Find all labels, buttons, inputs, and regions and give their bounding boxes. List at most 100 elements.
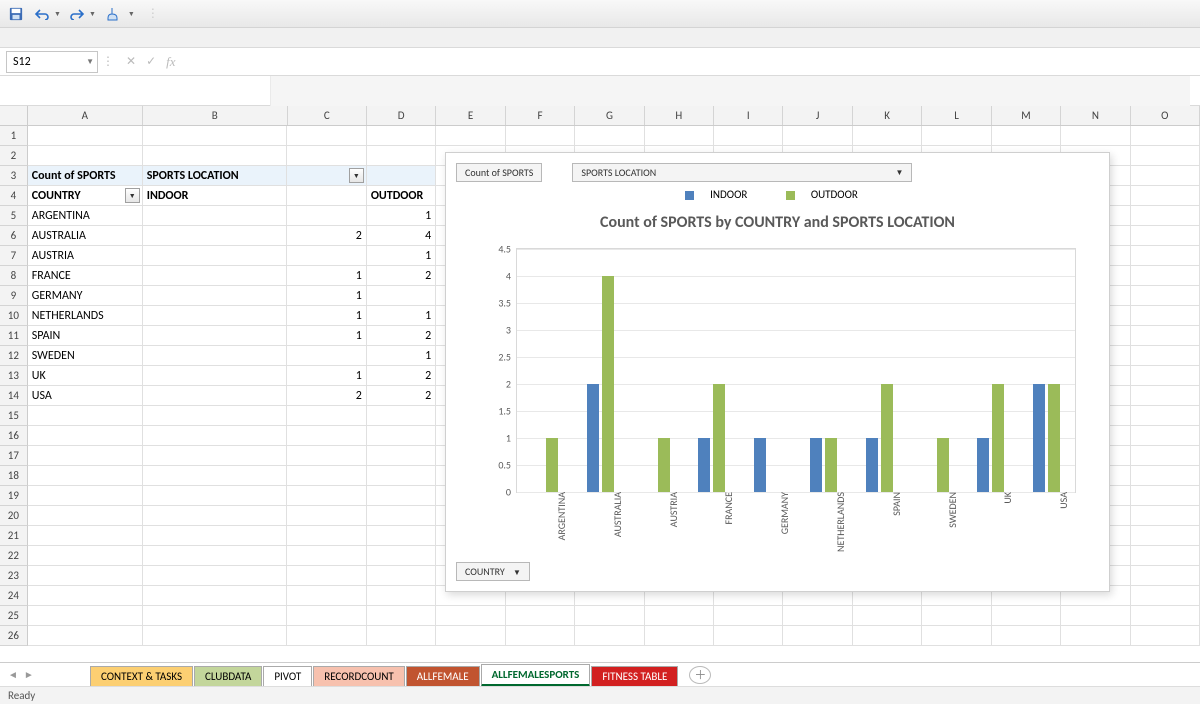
cell[interactable] <box>287 626 366 646</box>
cell[interactable]: 1 <box>287 326 366 346</box>
row-header[interactable]: 19 <box>0 486 28 506</box>
cell[interactable]: 2 <box>287 386 366 406</box>
cell[interactable] <box>436 626 505 646</box>
cell[interactable] <box>853 606 922 626</box>
column-header-H[interactable]: H <box>645 106 714 125</box>
cell[interactable] <box>714 606 783 626</box>
cell[interactable] <box>1131 406 1200 426</box>
cell[interactable] <box>28 126 143 146</box>
cell[interactable] <box>367 606 436 626</box>
tab-context-tasks[interactable]: CONTEXT & TASKS <box>90 666 193 686</box>
cell[interactable] <box>575 626 644 646</box>
cell[interactable] <box>143 486 288 506</box>
cell[interactable]: NETHERLANDS <box>28 306 143 326</box>
cell[interactable]: ▼ <box>287 166 366 186</box>
column-header-E[interactable]: E <box>436 106 505 125</box>
cell[interactable] <box>367 546 436 566</box>
tab-allfemalesports[interactable]: ALLFEMALESPORTS <box>481 664 591 687</box>
bar-indoor[interactable] <box>866 438 878 492</box>
cell[interactable] <box>367 166 436 186</box>
row-header[interactable]: 17 <box>0 446 28 466</box>
row-header[interactable]: 9 <box>0 286 28 306</box>
cell[interactable] <box>1131 446 1200 466</box>
cell[interactable] <box>1131 626 1200 646</box>
cell[interactable] <box>28 546 143 566</box>
row-header[interactable]: 23 <box>0 566 28 586</box>
column-header-I[interactable]: I <box>714 106 783 125</box>
cell[interactable]: 2 <box>287 226 366 246</box>
row-header[interactable]: 16 <box>0 426 28 446</box>
cell[interactable]: 4 <box>367 226 436 246</box>
cell[interactable] <box>922 606 991 626</box>
cell[interactable] <box>1061 606 1130 626</box>
bar-outdoor[interactable] <box>825 438 837 492</box>
cell[interactable] <box>143 146 288 166</box>
insert-function-button[interactable]: fx <box>166 54 175 70</box>
qat-customize-dropdown[interactable]: ▼ <box>128 9 135 18</box>
row-header[interactable]: 4 <box>0 186 28 206</box>
cell[interactable] <box>1131 286 1200 306</box>
cell[interactable]: Count of SPORTS <box>28 166 143 186</box>
bar-outdoor[interactable] <box>658 438 670 492</box>
column-header-D[interactable]: D <box>367 106 436 125</box>
cell[interactable] <box>1131 266 1200 286</box>
column-header-F[interactable]: F <box>506 106 575 125</box>
cell[interactable] <box>143 326 288 346</box>
column-header-O[interactable]: O <box>1131 106 1200 125</box>
row-header[interactable]: 14 <box>0 386 28 406</box>
cell[interactable] <box>645 626 714 646</box>
cell[interactable] <box>143 346 288 366</box>
filter-button[interactable]: ▼ <box>349 168 364 183</box>
cell[interactable] <box>367 486 436 506</box>
bar-indoor[interactable] <box>754 438 766 492</box>
select-all-corner[interactable] <box>0 106 28 125</box>
cell[interactable]: 1 <box>287 266 366 286</box>
cell[interactable] <box>1131 226 1200 246</box>
cell[interactable] <box>143 526 288 546</box>
row-header[interactable]: 25 <box>0 606 28 626</box>
cell[interactable] <box>853 626 922 646</box>
cell[interactable] <box>28 526 143 546</box>
cell[interactable] <box>28 466 143 486</box>
cell[interactable] <box>992 126 1061 146</box>
bar-indoor[interactable] <box>587 384 599 492</box>
cell[interactable] <box>287 546 366 566</box>
cell[interactable]: 1 <box>367 206 436 226</box>
cell[interactable] <box>1131 326 1200 346</box>
cell[interactable] <box>143 446 288 466</box>
cell[interactable] <box>28 606 143 626</box>
cell[interactable] <box>992 606 1061 626</box>
name-box-dropdown[interactable]: ▼ <box>86 57 94 67</box>
bar-outdoor[interactable] <box>881 384 893 492</box>
cell[interactable] <box>367 286 436 306</box>
cell[interactable] <box>287 586 366 606</box>
cell[interactable] <box>1131 126 1200 146</box>
column-header-C[interactable]: C <box>288 106 367 125</box>
cell[interactable] <box>992 626 1061 646</box>
column-header-L[interactable]: L <box>922 106 991 125</box>
row-header[interactable]: 1 <box>0 126 28 146</box>
cell[interactable] <box>28 446 143 466</box>
cell[interactable] <box>143 246 288 266</box>
cell[interactable] <box>143 306 288 326</box>
row-header[interactable]: 22 <box>0 546 28 566</box>
cell[interactable]: 1 <box>367 346 436 366</box>
cell[interactable] <box>287 146 366 166</box>
row-header[interactable]: 18 <box>0 466 28 486</box>
column-header-K[interactable]: K <box>853 106 922 125</box>
cell[interactable] <box>1131 466 1200 486</box>
cell[interactable] <box>367 506 436 526</box>
cell[interactable] <box>436 606 505 626</box>
touch-mouse-button[interactable] <box>102 4 122 24</box>
row-header[interactable]: 24 <box>0 586 28 606</box>
cell[interactable] <box>1131 166 1200 186</box>
cell[interactable] <box>367 406 436 426</box>
cell[interactable] <box>575 126 644 146</box>
undo-dropdown[interactable]: ▼ <box>54 9 61 18</box>
cell[interactable] <box>1131 486 1200 506</box>
row-header[interactable]: 21 <box>0 526 28 546</box>
cell[interactable] <box>1131 606 1200 626</box>
cell[interactable] <box>28 146 143 166</box>
row-header[interactable]: 5 <box>0 206 28 226</box>
cell[interactable] <box>287 206 366 226</box>
